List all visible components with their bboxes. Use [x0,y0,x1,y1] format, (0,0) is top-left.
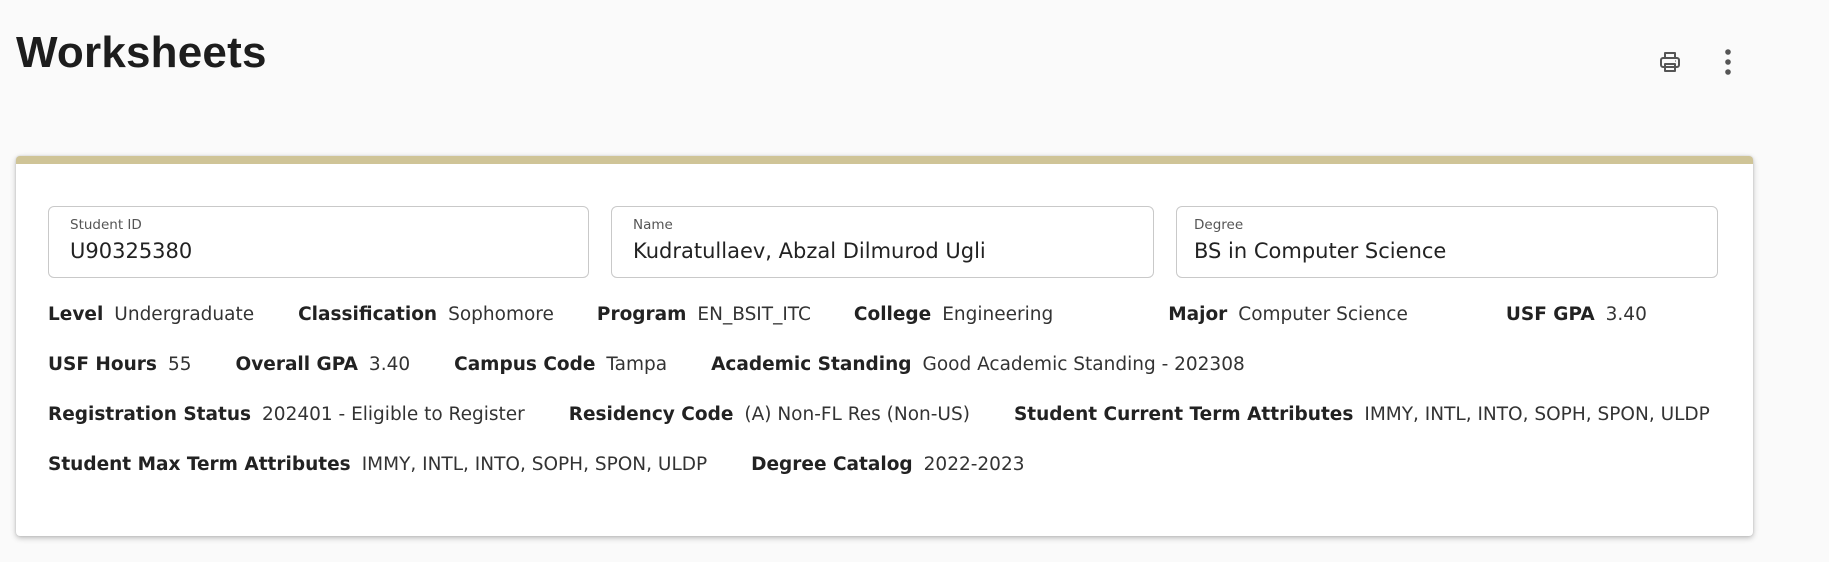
attr-usf-gpa: USF GPA 3.40 [1505,304,1647,325]
attr-usf-hours: USF Hours 55 [48,354,192,375]
attr-max-term-attributes: Student Max Term Attributes IMMY, INTL, … [48,454,708,475]
attr-campus-code: Campus Code Tampa [454,354,668,375]
more-vertical-icon [1724,48,1732,76]
name-field: Name Kudratullaev, Abzal Dilmurod Ugli [611,206,1154,278]
name-label: Name [633,217,673,233]
attr-registration-status: Registration Status 202401 - Eligible to… [48,404,525,425]
attr-program: Program EN_BSIT_ITC [596,304,811,325]
printer-icon [1658,50,1682,74]
print-button[interactable] [1652,44,1688,80]
attributes-row-3: Registration Status 202401 - Eligible to… [48,404,1750,425]
attr-major: Major Computer Science [1168,304,1408,325]
student-id-value: U90325380 [70,239,193,263]
degree-label: Degree [1194,217,1244,233]
attr-overall-gpa: Overall GPA 3.40 [235,354,411,375]
attr-college: College Engineering [853,304,1054,325]
student-id-field: Student ID U90325380 [48,206,589,278]
attr-residency-code: Residency Code (A) Non-FL Res (Non-US) [568,404,970,425]
attributes-row-2: USF Hours 55 Overall GPA 3.40 Campus Cod… [48,354,1285,375]
page-title: Worksheets [16,28,267,77]
header-actions [1652,44,1746,80]
name-value: Kudratullaev, Abzal Dilmurod Ugli [633,239,986,263]
degree-value: BS in Computer Science [1194,239,1447,263]
attributes-row-1: Level Undergraduate Classification Sopho… [48,304,1687,325]
attr-academic-standing: Academic Standing Good Academic Standing… [711,354,1245,375]
attr-current-term-attributes: Student Current Term Attributes IMMY, IN… [1013,404,1710,425]
degree-field: Degree BS in Computer Science [1176,206,1718,278]
attributes-row-4: Student Max Term Attributes IMMY, INTL, … [48,454,1065,475]
student-info-card: Student ID U90325380 Name Kudratullaev, … [16,156,1753,536]
student-id-label: Student ID [70,217,142,233]
attr-degree-catalog: Degree Catalog 2022-2023 [751,454,1025,475]
attr-classification: Classification Sophomore [298,304,554,325]
attr-level: Level Undergraduate [48,304,255,325]
more-options-button[interactable] [1710,44,1746,80]
